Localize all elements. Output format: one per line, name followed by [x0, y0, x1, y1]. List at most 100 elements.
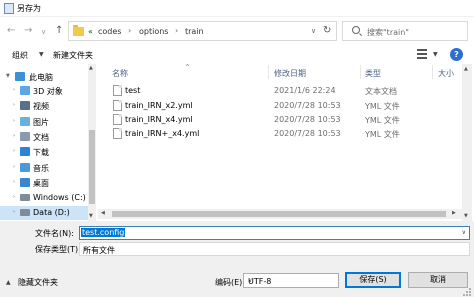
cancel-button[interactable]: 取消 — [408, 272, 468, 288]
sidebar-item-windows-c[interactable]: › Windows (C:) — [0, 191, 88, 205]
notepad-icon — [4, 3, 14, 14]
scroll-up-icon[interactable]: ▲ — [464, 66, 468, 72]
file-name: test — [125, 86, 141, 95]
file-row[interactable]: train_IRN_x2.yml 2020/7/28 10:53 YML 文件 … — [98, 99, 471, 113]
folder-icon — [73, 25, 84, 36]
breadcrumb-overflow[interactable]: « — [88, 27, 93, 36]
filename-dropdown-icon[interactable]: ∨ — [462, 229, 466, 236]
yml-file-icon — [113, 128, 122, 139]
expand-arrow-icon[interactable]: › — [13, 164, 15, 170]
navigation-pane: ▼ 此电脑 › 3D 对象 › 视频 › 图片 › 文档 › 下载 › 音乐 ›… — [0, 64, 88, 221]
encoding-label: 编码(E): — [215, 278, 245, 287]
scroll-down-icon[interactable]: ▼ — [464, 213, 468, 219]
column-header-date[interactable]: 修改日期 — [274, 68, 306, 79]
filetype-dropdown-icon[interactable]: ∨ — [83, 245, 466, 252]
horizontal-scrollbar-thumb[interactable] — [112, 211, 446, 217]
save-button[interactable]: 保存(S) — [345, 272, 401, 288]
hide-folders-button[interactable]: 隐藏文件夹 — [18, 277, 58, 288]
breadcrumb-train[interactable]: train — [185, 27, 204, 36]
help-icon[interactable]: ? — [450, 48, 463, 61]
expand-arrow-icon[interactable]: › — [13, 209, 15, 215]
file-date: 2020/7/28 10:53 — [274, 129, 341, 138]
sidebar-item-desktop[interactable]: › 桌面 — [0, 176, 88, 190]
download-icon — [20, 147, 30, 156]
up-arrow-icon[interactable]: ↑ — [55, 26, 63, 36]
column-header-name[interactable]: 名称 — [112, 68, 128, 79]
expand-arrow-icon[interactable]: › — [13, 179, 15, 185]
scroll-right-icon[interactable]: ▶ — [452, 210, 456, 216]
column-header-row: 名称 ^ 修改日期 类型 大小 — [98, 64, 462, 80]
view-dropdown-icon[interactable]: ▼ — [433, 51, 438, 58]
yml-file-icon — [113, 100, 122, 111]
organize-dropdown-icon[interactable]: ▼ — [39, 51, 44, 58]
forward-arrow-icon[interactable]: → — [24, 26, 32, 36]
expand-arrow-icon[interactable]: › — [13, 148, 15, 154]
file-row[interactable]: train_IRN+_x4.yml 2020/7/28 10:53 YML 文件… — [98, 127, 471, 141]
scroll-down-icon[interactable]: ▼ — [89, 213, 93, 219]
column-header-type[interactable]: 类型 — [365, 68, 381, 79]
column-divider[interactable] — [268, 65, 269, 79]
file-date: 2020/7/28 10:53 — [274, 101, 341, 110]
search-placeholder: 搜索"train" — [367, 28, 409, 37]
filetype-select[interactable]: 所有文件 ∨ — [79, 242, 470, 256]
file-row[interactable]: train_IRN_x4.yml 2020/7/28 10:53 YML 文件 … — [98, 113, 471, 127]
computer-icon — [15, 72, 25, 81]
desktop-icon — [20, 178, 30, 187]
column-divider[interactable] — [432, 65, 433, 79]
search-input[interactable]: 搜索"train" — [342, 21, 468, 41]
sidebar-item-label: 图片 — [33, 118, 49, 127]
sidebar-item-3d-objects[interactable]: › 3D 对象 — [0, 84, 88, 98]
recent-locations-chevron-icon[interactable]: ∨ — [41, 27, 46, 37]
sidebar-item-label: 桌面 — [33, 179, 49, 188]
sidebar-item-label: 音乐 — [33, 164, 49, 173]
sidebar-item-downloads[interactable]: › 下载 — [0, 145, 88, 159]
column-header-size[interactable]: 大小 — [438, 68, 454, 79]
sidebar-item-music[interactable]: › 音乐 — [0, 161, 88, 175]
sidebar-item-data-d[interactable]: › Data (D:) — [0, 206, 88, 220]
file-list-scrollbar[interactable] — [462, 64, 472, 221]
file-name: train_IRN+_x4.yml — [125, 129, 200, 138]
back-arrow-icon[interactable]: ← — [7, 26, 15, 36]
expand-arrow-icon[interactable]: › — [13, 87, 15, 93]
address-bar[interactable]: « codes › options › train — [68, 21, 337, 41]
sidebar-item-videos[interactable]: › 视频 — [0, 99, 88, 113]
breadcrumb-options[interactable]: options — [139, 27, 168, 36]
expand-arrow-icon[interactable]: › — [13, 194, 15, 200]
filename-field[interactable]: test.config ∨ — [79, 226, 470, 240]
scroll-left-icon[interactable]: ◀ — [101, 210, 105, 216]
view-options-icon[interactable] — [416, 48, 430, 60]
command-toolbar: 组织 ▼ 新建文件夹 ▼ ? — [0, 45, 474, 64]
address-dropdown-icon[interactable]: ∨ — [311, 27, 316, 35]
file-row[interactable]: test 2021/1/6 22:24 文本文档 2 — [98, 84, 471, 98]
sidebar-scrollbar-thumb[interactable] — [89, 130, 95, 204]
new-folder-button[interactable]: 新建文件夹 — [53, 50, 93, 61]
video-icon — [20, 101, 30, 110]
refresh-icon[interactable]: ↻ — [323, 25, 331, 36]
breadcrumb-codes[interactable]: codes — [98, 27, 121, 36]
organize-button[interactable]: 组织 — [12, 50, 28, 61]
sidebar-item-documents[interactable]: › 文档 — [0, 130, 88, 144]
encoding-dropdown-icon[interactable]: ∨ — [248, 277, 335, 284]
file-date: 2020/7/28 10:53 — [274, 115, 341, 124]
yml-file-icon — [113, 114, 122, 125]
breadcrumb-separator-icon[interactable]: › — [128, 26, 131, 35]
text-file-icon — [113, 85, 122, 96]
sidebar-item-pictures[interactable]: › 图片 — [0, 115, 88, 129]
expand-arrow-icon[interactable]: › — [13, 102, 15, 108]
scroll-up-icon[interactable]: ▲ — [89, 65, 93, 71]
collapse-arrow-icon[interactable]: ▲ — [6, 279, 11, 286]
title-bar: 另存为 — [0, 0, 474, 17]
breadcrumb-separator-icon[interactable]: › — [175, 26, 178, 35]
filename-value[interactable]: test.config — [81, 228, 126, 237]
column-divider[interactable] — [360, 65, 361, 79]
file-type: YML 文件 — [365, 130, 400, 139]
navigation-bar: ← → ∨ ↑ « codes › options › train ∨ ↻ 搜索… — [0, 17, 474, 45]
window-title: 另存为 — [17, 4, 41, 13]
sidebar-item-this-pc[interactable]: ▼ 此电脑 — [0, 70, 88, 84]
expand-arrow-icon[interactable]: › — [13, 118, 15, 124]
resize-grip-icon[interactable] — [462, 287, 472, 296]
file-list: 名称 ^ 修改日期 类型 大小 test 2021/1/6 22:24 文本文档… — [98, 64, 471, 221]
expand-arrow-icon[interactable]: ▼ — [6, 73, 10, 79]
expand-arrow-icon[interactable]: › — [13, 133, 15, 139]
encoding-select[interactable]: UTF-8 ∨ — [243, 273, 339, 288]
